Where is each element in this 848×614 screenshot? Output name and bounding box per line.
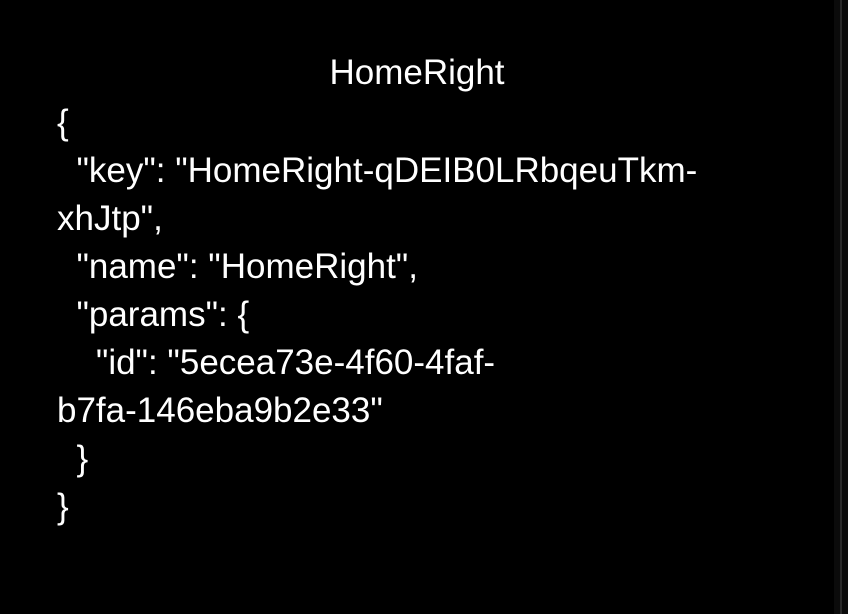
json-line-5: "params": { [57, 295, 250, 334]
route-screen: HomeRight { "key": "HomeRight-qDEIB0LRbq… [0, 0, 848, 614]
json-line-1: { [57, 103, 69, 142]
json-line-7: b7fa-146eba9b2e33" [57, 391, 383, 430]
json-line-3: xhJtp", [57, 199, 163, 238]
json-line-8: } [57, 439, 89, 478]
json-line-9: } [57, 487, 69, 526]
json-line-2: "key": "HomeRight-qDEIB0LRbqeuTkm- [57, 151, 698, 190]
scrollbar-track-line [840, 0, 842, 614]
scrollbar[interactable] [834, 0, 848, 614]
json-line-6: "id": "5ecea73e-4f60-4faf- [57, 343, 496, 382]
route-json-view: { "key": "HomeRight-qDEIB0LRbqeuTkm- xhJ… [57, 99, 782, 531]
json-line-4: "name": "HomeRight", [57, 247, 418, 286]
screen-title: HomeRight [329, 53, 505, 92]
